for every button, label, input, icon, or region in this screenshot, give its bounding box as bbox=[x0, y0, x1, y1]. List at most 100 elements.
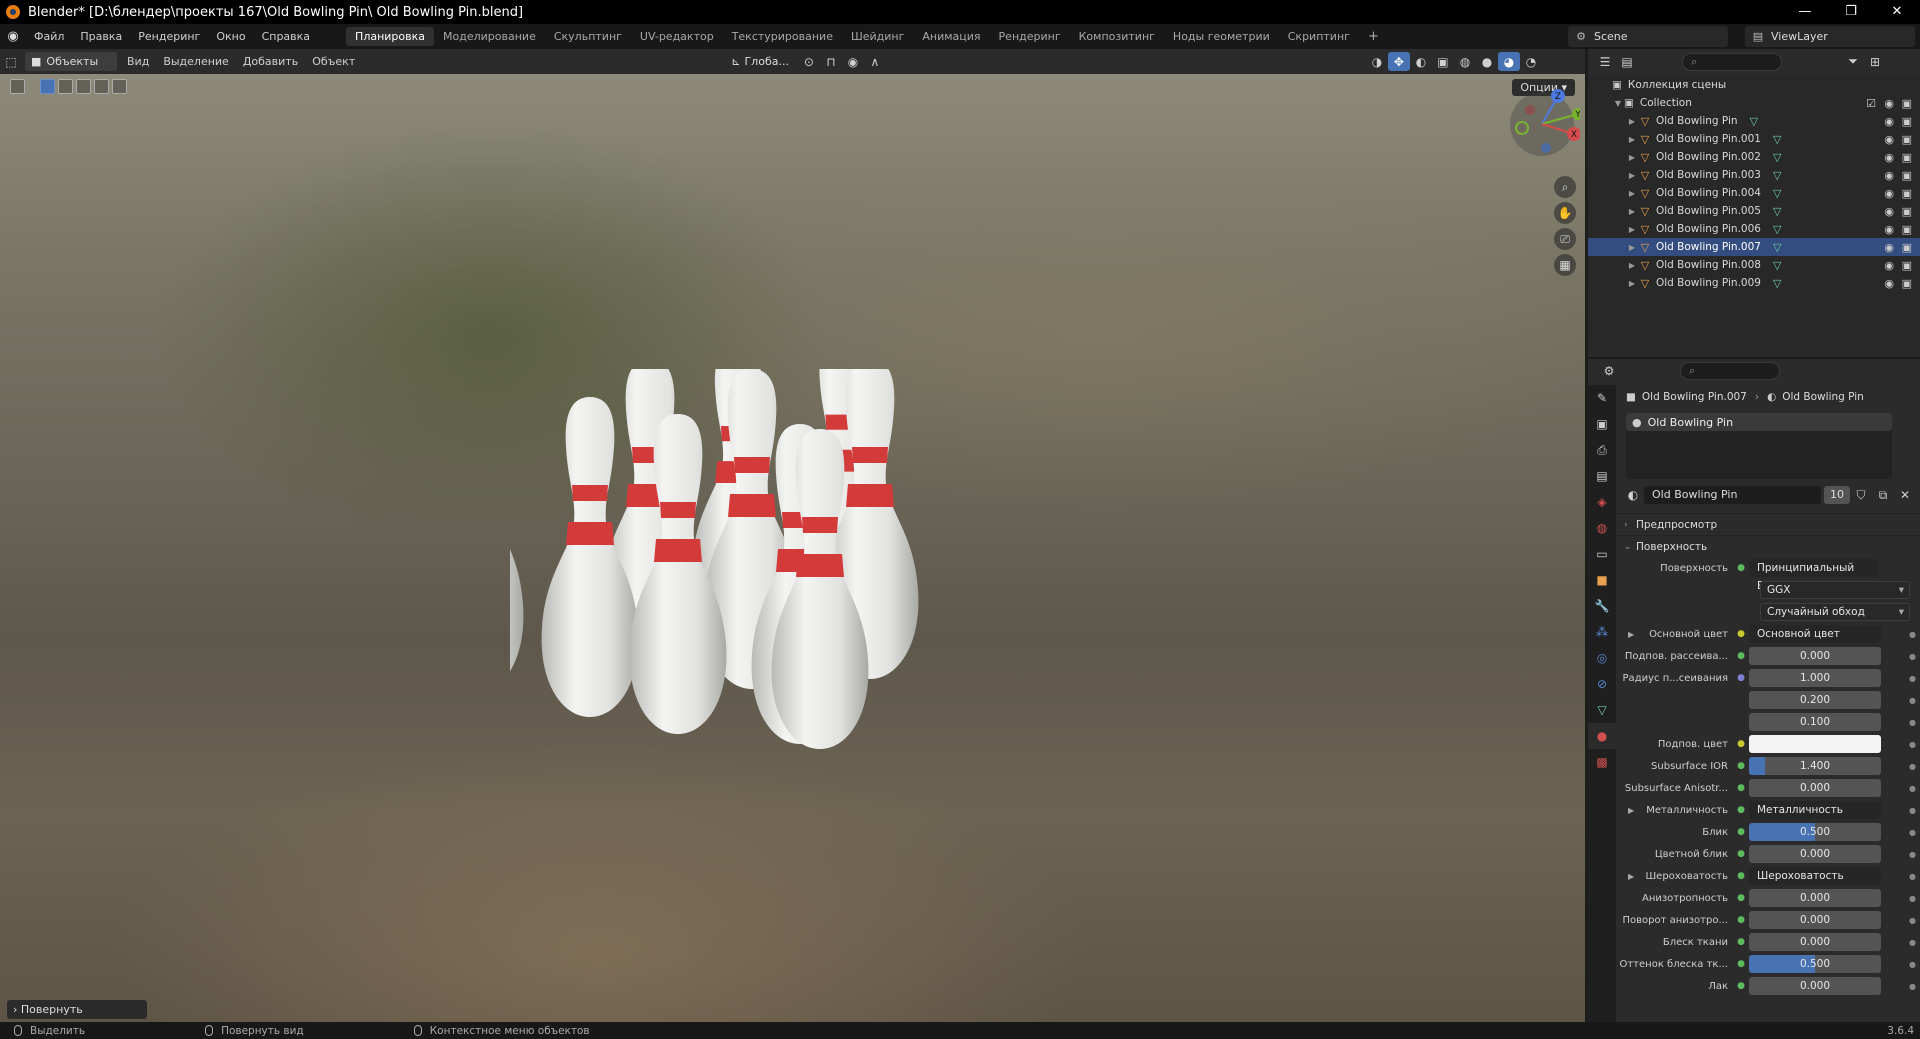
socket-icon[interactable]: ● bbox=[1736, 981, 1746, 991]
socket-icon[interactable]: ● bbox=[1736, 783, 1746, 793]
material-tab-icon[interactable]: ● bbox=[1588, 723, 1616, 749]
menu-view[interactable]: Вид bbox=[120, 53, 156, 70]
constraints-tab-icon[interactable]: ⊘ bbox=[1588, 671, 1616, 697]
numeric-field[interactable]: 0.200 bbox=[1749, 691, 1881, 709]
render-camera-icon[interactable]: ▣ bbox=[1902, 115, 1912, 128]
render-camera-icon[interactable]: ▣ bbox=[1902, 97, 1912, 110]
outliner-object-row[interactable]: ▶ ▽ Old Bowling Pin.004 ▽ ◉ ▣ bbox=[1588, 184, 1920, 202]
mode-selector[interactable]: ■ Объекты bbox=[25, 52, 117, 71]
animate-property-icon[interactable]: ● bbox=[1909, 674, 1916, 683]
render-camera-icon[interactable]: ▣ bbox=[1902, 241, 1912, 254]
ortho-toggle-icon[interactable]: ▦ bbox=[1554, 254, 1576, 276]
expand-arrow-icon[interactable]: ▶ bbox=[1626, 225, 1638, 234]
preview-panel-header[interactable]: › Предпросмотр bbox=[1616, 513, 1920, 535]
tool-tab-icon[interactable]: ✎ bbox=[1588, 385, 1616, 411]
menu-select[interactable]: Выделение bbox=[156, 53, 236, 70]
material-preview-shading-icon[interactable]: ◕ bbox=[1497, 52, 1520, 71]
socket-icon[interactable]: ● bbox=[1736, 629, 1746, 639]
expand-arrow-icon[interactable]: ▶ bbox=[1628, 630, 1634, 639]
menu-window[interactable]: Окно bbox=[208, 30, 253, 43]
numeric-field[interactable]: 1.400 bbox=[1749, 757, 1881, 775]
numeric-field[interactable]: 0.000 bbox=[1749, 889, 1881, 907]
numeric-field[interactable]: 0.500 bbox=[1749, 823, 1881, 841]
restore-button[interactable]: ❐ bbox=[1828, 0, 1874, 24]
eye-icon[interactable]: ◉ bbox=[1884, 169, 1894, 182]
scene-selector[interactable]: ⚙ Scene bbox=[1568, 26, 1728, 47]
workspace-tab-animation[interactable]: Анимация bbox=[913, 27, 989, 46]
mesh-data-icon[interactable]: ▽ bbox=[1773, 169, 1781, 182]
workspace-tab-geometry-nodes[interactable]: Ноды геометрии bbox=[1164, 27, 1279, 46]
duplicate-material-icon[interactable]: ⧉ bbox=[1872, 486, 1894, 505]
eye-icon[interactable]: ◉ bbox=[1884, 97, 1894, 110]
material-name-field[interactable]: Old Bowling Pin bbox=[1644, 486, 1821, 504]
editor-type-icon[interactable]: ⬚ bbox=[0, 52, 22, 71]
close-button[interactable]: ✕ bbox=[1874, 0, 1920, 24]
menu-add[interactable]: Добавить bbox=[236, 53, 305, 70]
collection-checkbox-icon[interactable]: ☑ bbox=[1866, 97, 1876, 110]
eye-icon[interactable]: ◉ bbox=[1884, 187, 1894, 200]
properties-editor-icon[interactable]: ⚙ bbox=[1598, 362, 1620, 381]
numeric-field[interactable]: 0.000 bbox=[1749, 845, 1881, 863]
socket-icon[interactable]: ● bbox=[1736, 959, 1746, 969]
select-intersect-icon[interactable] bbox=[112, 79, 127, 94]
mesh-data-icon[interactable]: ▽ bbox=[1773, 277, 1781, 290]
animate-property-icon[interactable]: ● bbox=[1909, 960, 1916, 969]
snap-icon[interactable]: ⊓ bbox=[820, 52, 842, 71]
physics-tab-icon[interactable]: ◎ bbox=[1588, 645, 1616, 671]
mesh-data-icon[interactable]: ▽ bbox=[1773, 151, 1781, 164]
world-tab-icon[interactable]: ◍ bbox=[1588, 515, 1616, 541]
proportional-edit-icon[interactable]: ◉ bbox=[842, 52, 864, 71]
expand-arrow-icon[interactable]: ▶ bbox=[1626, 189, 1638, 198]
outliner-object-row[interactable]: ▶ ▽ Old Bowling Pin.007 ▽ ◉ ▣ bbox=[1588, 238, 1920, 256]
render-camera-icon[interactable]: ▣ bbox=[1902, 259, 1912, 272]
select-invert-icon[interactable] bbox=[94, 79, 109, 94]
collection-row[interactable]: ▼ ▣ Collection ☑ ◉ ▣ bbox=[1588, 94, 1920, 112]
mesh-data-icon[interactable]: ▽ bbox=[1773, 205, 1781, 218]
outliner-object-row[interactable]: ▶ ▽ Old Bowling Pin ▽ ◉ ▣ bbox=[1588, 112, 1920, 130]
menu-edit[interactable]: Правка bbox=[72, 30, 130, 43]
eye-icon[interactable]: ◉ bbox=[1884, 151, 1894, 164]
surface-shader-field[interactable]: Принципиальный BSDF bbox=[1749, 559, 1879, 592]
animate-property-icon[interactable]: ● bbox=[1909, 872, 1916, 881]
render-camera-icon[interactable]: ▣ bbox=[1902, 205, 1912, 218]
expand-arrow-icon[interactable]: ▶ bbox=[1626, 135, 1638, 144]
eye-icon[interactable]: ◉ bbox=[1884, 259, 1894, 272]
mesh-data-icon[interactable]: ▽ bbox=[1773, 133, 1781, 146]
gizmo-neg-x[interactable] bbox=[1525, 105, 1535, 115]
texture-tab-icon[interactable]: ▩ bbox=[1588, 749, 1616, 775]
subsurface-method-dropdown[interactable]: Случайный обход bbox=[1760, 603, 1910, 621]
outliner-object-row[interactable]: ▶ ▽ Old Bowling Pin.001 ▽ ◉ ▣ bbox=[1588, 130, 1920, 148]
expand-arrow-icon[interactable]: ▶ bbox=[1626, 117, 1638, 126]
linked-node-field[interactable]: Основной цвет bbox=[1749, 625, 1881, 643]
gizmo-neg-z[interactable] bbox=[1541, 143, 1551, 153]
menu-file[interactable]: Файл bbox=[26, 30, 72, 43]
output-tab-icon[interactable]: ⎙ bbox=[1588, 437, 1616, 463]
display-mode-icon[interactable]: ▤ bbox=[1616, 52, 1638, 71]
eye-icon[interactable]: ◉ bbox=[1884, 115, 1894, 128]
outliner-object-row[interactable]: ▶ ▽ Old Bowling Pin.006 ▽ ◉ ▣ bbox=[1588, 220, 1920, 238]
expand-arrow-icon[interactable]: ▶ bbox=[1626, 171, 1638, 180]
new-collection-icon[interactable]: ⊞ bbox=[1864, 52, 1886, 71]
workspace-tab-layout[interactable]: Планировка bbox=[346, 27, 435, 46]
socket-icon[interactable]: ● bbox=[1736, 651, 1746, 661]
zoom-icon[interactable]: ⌕ bbox=[1554, 176, 1576, 198]
solid-shading-icon[interactable]: ● bbox=[1476, 52, 1498, 71]
animate-property-icon[interactable]: ● bbox=[1909, 740, 1916, 749]
animate-property-icon[interactable]: ● bbox=[1909, 630, 1916, 639]
numeric-field[interactable]: 0.100 bbox=[1749, 713, 1881, 731]
rendered-shading-icon[interactable]: ◔ bbox=[1520, 52, 1542, 71]
animate-property-icon[interactable]: ● bbox=[1909, 982, 1916, 991]
outliner-object-row[interactable]: ▶ ▽ Old Bowling Pin.003 ▽ ◉ ▣ bbox=[1588, 166, 1920, 184]
animate-property-icon[interactable]: ● bbox=[1909, 696, 1916, 705]
outliner-object-row[interactable]: ▶ ▽ Old Bowling Pin.005 ▽ ◉ ▣ bbox=[1588, 202, 1920, 220]
eye-icon[interactable]: ◉ bbox=[1884, 133, 1894, 146]
navigation-gizmo[interactable]: Z Y X bbox=[1500, 84, 1580, 164]
visibility-icon[interactable]: ◑ bbox=[1366, 52, 1388, 71]
fake-user-icon[interactable]: ⛉ bbox=[1850, 486, 1872, 505]
numeric-field[interactable]: 0.000 bbox=[1749, 779, 1881, 797]
expand-arrow-icon[interactable]: ▶ bbox=[1628, 806, 1634, 815]
color-swatch[interactable] bbox=[1749, 735, 1881, 753]
scene-tab-icon[interactable]: ◈ bbox=[1588, 489, 1616, 515]
render-camera-icon[interactable]: ▣ bbox=[1902, 133, 1912, 146]
3d-viewport[interactable]: Опции ▾ Z Y X ⌕ ✋ ⎚ ▦ › Повернуть bbox=[0, 74, 1585, 1022]
